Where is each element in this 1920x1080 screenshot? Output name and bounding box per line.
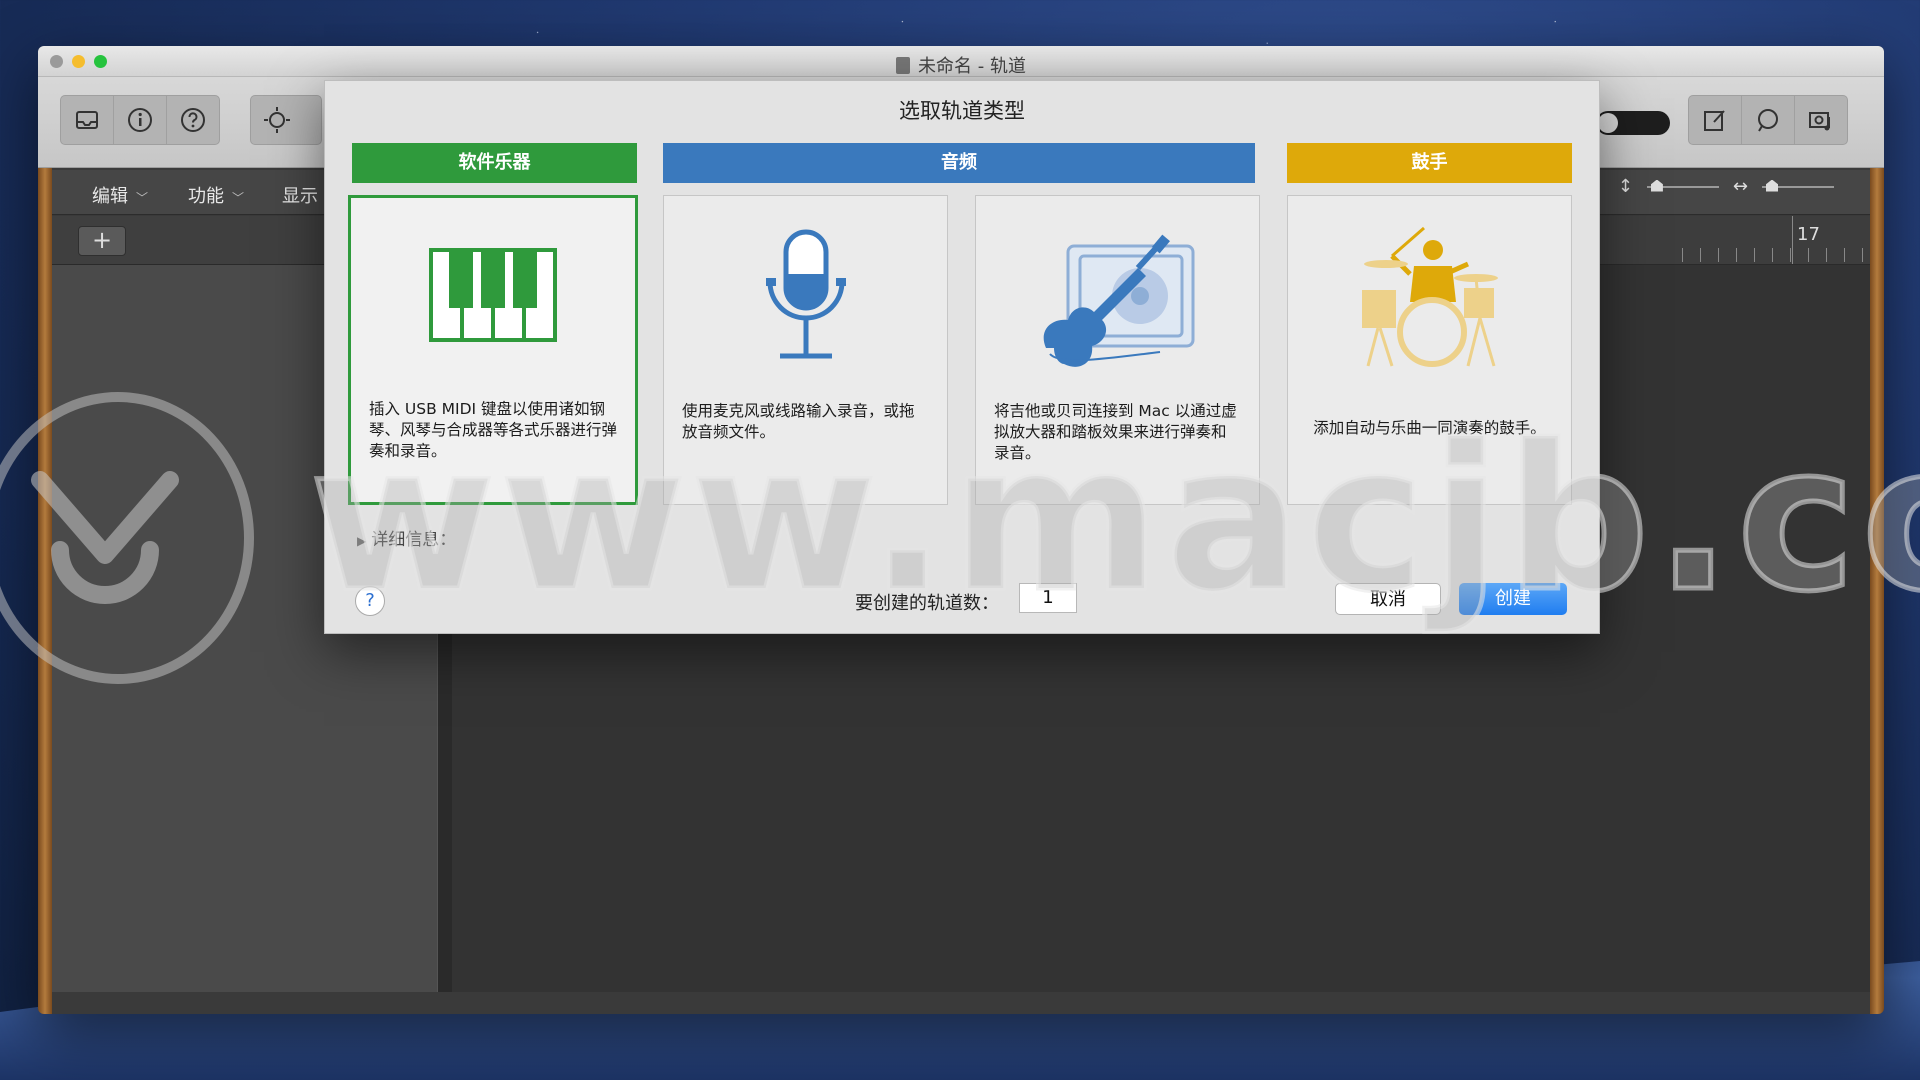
category-drummer: 鼓手 [1287, 143, 1572, 183]
dialog-title: 选取轨道类型 [899, 99, 1025, 123]
watermark-text: www.macjb.com [307, 403, 1920, 636]
guitar-icon [1043, 234, 1194, 367]
brightness-button[interactable] [251, 96, 303, 144]
quick-help-button[interactable] [167, 96, 219, 144]
horizontal-zoom-slider[interactable] [1762, 185, 1834, 188]
drummer-icon [1361, 226, 1498, 367]
ruler-bar-number: 17 [1797, 224, 1820, 245]
watermark-check-icon [31, 471, 179, 604]
toolbar-toggle[interactable] [1596, 111, 1670, 135]
library-button[interactable] [61, 96, 114, 144]
document-icon [896, 57, 911, 74]
brightness-icon [264, 107, 290, 133]
window-title-text: 未命名 - 轨道 [918, 56, 1026, 77]
menu-view[interactable]: 显示 [282, 182, 318, 208]
vertical-zoom-icon: ↕ [1617, 176, 1633, 197]
piano-keyboard-icon [429, 248, 557, 342]
category-audio: 音频 [663, 143, 1255, 183]
ruler-ticks [1682, 248, 1864, 262]
chevron-down-icon: ﹀ [232, 191, 245, 205]
menu-edit[interactable]: 编辑 ﹀ [92, 182, 148, 208]
horizontal-zoom-icon: ↔ [1732, 176, 1748, 197]
vertical-zoom-slider[interactable] [1646, 185, 1719, 188]
toolbar-left-group [60, 95, 220, 145]
window-title: 未命名 - 轨道 [38, 52, 1884, 78]
loop-browser-button[interactable] [1742, 96, 1795, 144]
menu-edit-label: 编辑 [92, 186, 128, 207]
info-icon [128, 108, 152, 132]
microphone-icon [765, 229, 846, 359]
library-icon [76, 111, 98, 129]
toolbar-tools-group [250, 95, 322, 145]
help-icon [181, 108, 205, 132]
loop-browser-icon [1758, 109, 1778, 132]
notepad-button[interactable] [1689, 96, 1742, 144]
title-bar: 未命名 - 轨道 [38, 46, 1884, 77]
menu-functions-label: 功能 [188, 186, 224, 207]
add-track-button[interactable]: + [78, 226, 126, 256]
media-browser-icon [1809, 112, 1830, 131]
notepad-icon [1704, 110, 1725, 131]
chevron-down-icon: ﹀ [136, 191, 149, 205]
media-browser-button[interactable] [1795, 96, 1847, 144]
menu-view-label: 显示 [282, 186, 318, 207]
smart-controls-button[interactable] [114, 96, 167, 144]
menu-functions[interactable]: 功能 ﹀ [188, 182, 244, 208]
category-software-instrument: 软件乐器 [352, 143, 637, 183]
zoom-controls: ↕ ↔ [1618, 176, 1834, 197]
toolbar-right-group [1688, 95, 1848, 145]
